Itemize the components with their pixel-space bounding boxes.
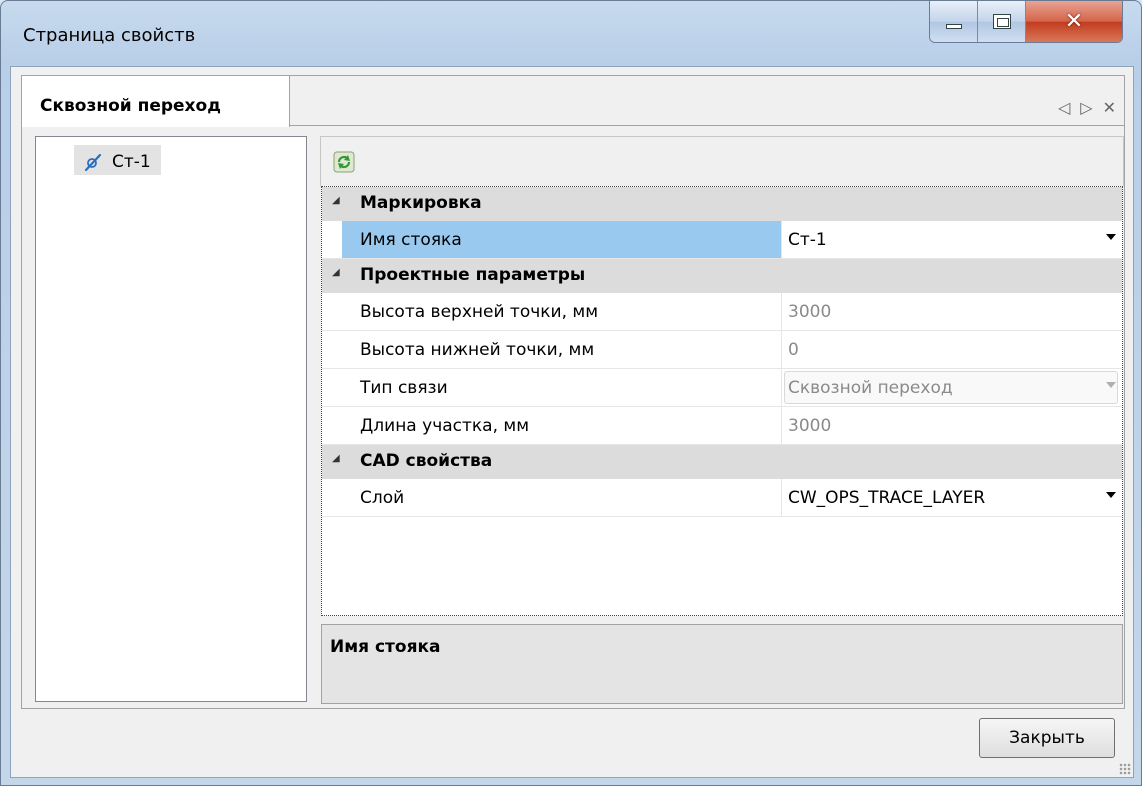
property-name: Высота верхней точки, мм xyxy=(360,302,599,322)
property-name: Тип связи xyxy=(360,378,448,398)
description-panel: Имя стояка xyxy=(321,624,1123,704)
scroll-right-icon[interactable]: ▷ xyxy=(1080,98,1092,117)
riser-icon xyxy=(82,151,104,173)
minimize-button[interactable] xyxy=(930,1,978,42)
property-value: Сквозной переход xyxy=(788,378,953,398)
category-label: Проектные параметры xyxy=(360,265,586,285)
value-divider xyxy=(781,369,782,406)
chevron-down-icon xyxy=(1106,382,1116,388)
window-title: Страница свойств xyxy=(23,25,196,46)
property-value: 0 xyxy=(788,340,799,360)
tab-through-passage[interactable]: Сквозной переход xyxy=(22,76,290,127)
property-row-top-height[interactable]: Высота верхней точки, мм 3000 xyxy=(322,293,1122,331)
property-grid[interactable]: ◢ Маркировка Имя стояка Ст-1 ◢ Проектные… xyxy=(321,186,1123,616)
property-name: Высота нижней точки, мм xyxy=(360,340,595,360)
value-divider xyxy=(781,479,782,516)
refresh-icon[interactable] xyxy=(333,151,355,173)
close-window-button[interactable]: ✕ xyxy=(1026,1,1122,42)
tree-item-riser[interactable]: Ст-1 xyxy=(74,145,161,175)
property-name: Слой xyxy=(360,488,405,508)
collapse-icon[interactable]: ◢ xyxy=(332,453,340,464)
minimize-icon xyxy=(945,24,962,29)
property-row-bottom-height[interactable]: Высота нижней точки, мм 0 xyxy=(322,331,1122,369)
value-divider xyxy=(781,331,782,368)
property-pane: ◢ Маркировка Имя стояка Ст-1 ◢ Проектные… xyxy=(320,136,1124,704)
property-name: Имя стояка xyxy=(360,230,462,250)
chevron-down-icon[interactable] xyxy=(1106,234,1116,240)
collapse-icon[interactable]: ◢ xyxy=(332,195,340,206)
category-marking[interactable]: ◢ Маркировка xyxy=(322,187,1122,221)
close-icon: ✕ xyxy=(1064,8,1084,34)
resize-grip-icon[interactable] xyxy=(1119,763,1131,775)
value-divider xyxy=(781,221,782,258)
property-row-riser-name[interactable]: Имя стояка Ст-1 xyxy=(322,221,1122,259)
property-page-window: Страница свойств ✕ Сквозной переход ◁ ▷ … xyxy=(0,0,1142,786)
client-area: Сквозной переход ◁ ▷ ✕ Ст-1 ◢ Маркировка… xyxy=(10,66,1134,778)
property-name: Длина участка, мм xyxy=(360,416,530,436)
property-value: 3000 xyxy=(788,416,832,436)
maximize-button[interactable] xyxy=(978,1,1026,42)
caption-buttons: ✕ xyxy=(929,1,1123,43)
tab-strip: Сквозной переход ◁ ▷ ✕ xyxy=(22,76,1124,127)
category-cad-properties[interactable]: ◢ CAD свойства xyxy=(322,445,1122,479)
close-button[interactable]: Закрыть xyxy=(979,718,1115,758)
property-value: 3000 xyxy=(788,302,832,322)
value-divider xyxy=(781,293,782,330)
value-divider xyxy=(781,407,782,444)
document-area: Сквозной переход ◁ ▷ ✕ Ст-1 ◢ Маркировка… xyxy=(21,75,1125,709)
property-toolbar xyxy=(320,136,1124,186)
category-design-params[interactable]: ◢ Проектные параметры xyxy=(322,259,1122,293)
collapse-icon[interactable]: ◢ xyxy=(332,267,340,278)
property-row-link-type[interactable]: Тип связи Сквозной переход xyxy=(322,369,1122,407)
category-label: Маркировка xyxy=(360,193,482,213)
close-tab-icon[interactable]: ✕ xyxy=(1103,98,1116,117)
tree-item-label: Ст-1 xyxy=(112,152,151,172)
tab-tools: ◁ ▷ ✕ xyxy=(1058,98,1116,117)
scroll-left-icon[interactable]: ◁ xyxy=(1058,98,1070,117)
chevron-down-icon[interactable] xyxy=(1106,492,1116,498)
category-label: CAD свойства xyxy=(360,451,493,471)
object-tree[interactable]: Ст-1 xyxy=(35,136,307,702)
maximize-icon xyxy=(992,14,1011,29)
title-bar[interactable]: Страница свойств ✕ xyxy=(1,1,1141,65)
tab-label: Сквозной переход xyxy=(40,96,221,116)
property-row-layer[interactable]: Слой CW_OPS_TRACE_LAYER xyxy=(322,479,1122,517)
property-row-segment-length[interactable]: Длина участка, мм 3000 xyxy=(322,407,1122,445)
property-value[interactable]: Ст-1 xyxy=(788,230,827,250)
property-value[interactable]: CW_OPS_TRACE_LAYER xyxy=(788,488,985,508)
description-title: Имя стояка xyxy=(330,637,441,657)
close-button-label: Закрыть xyxy=(1009,728,1085,748)
